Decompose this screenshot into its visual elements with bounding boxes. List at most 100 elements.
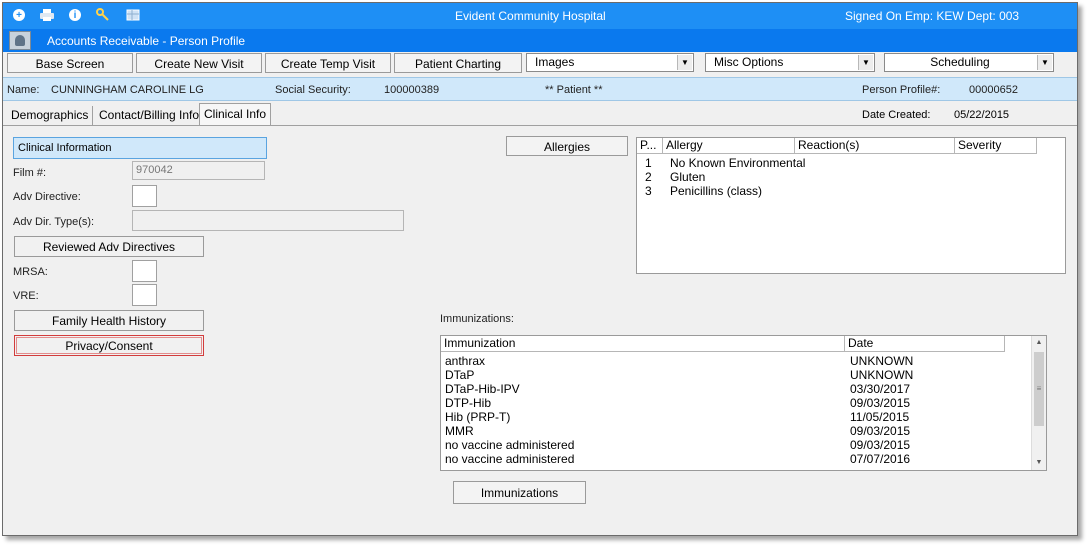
immunizations-col-immunization[interactable]: Immunization (441, 336, 845, 352)
date-created-value: 05/22/2015 (954, 109, 1010, 121)
toolbar: Base Screen Create New Visit Create Temp… (3, 53, 1077, 77)
immunizations-grid: Immunization Date anthrax UNKNOWN DTaP U… (440, 335, 1047, 471)
immunization-date: 03/30/2017 (850, 382, 911, 396)
misc-options-dropdown-value: Misc Options (714, 55, 784, 69)
person-profile-icon (9, 31, 31, 50)
allergy-priority: 3 (645, 184, 652, 198)
mrsa-field[interactable] (132, 260, 157, 282)
create-temp-visit-button[interactable]: Create Temp Visit (265, 53, 391, 73)
grid-icon[interactable] (125, 8, 141, 22)
module-bar: Accounts Receivable - Person Profile (3, 29, 1077, 52)
immunization-date: 09/03/2015 (850, 438, 911, 452)
immunizations-scrollbar[interactable]: ▲ ≡ ▼ (1031, 336, 1046, 470)
images-dropdown-value: Images (535, 55, 575, 69)
immunization-date: UNKNOWN (850, 368, 914, 382)
chevron-down-icon[interactable]: ▼ (858, 55, 873, 70)
main-window: + i Evident Community Hospital Signed On… (2, 2, 1078, 536)
immunization-row[interactable]: DTP-Hib 09/03/2015 (441, 396, 1046, 410)
immunization-row[interactable]: Hib (PRP-T) 11/05/2015 (441, 410, 1046, 424)
base-screen-button[interactable]: Base Screen (7, 53, 133, 73)
immunization-name: no vaccine administered (445, 438, 575, 452)
plus-circle-icon[interactable]: + (13, 9, 25, 21)
allergy-name: Gluten (670, 170, 706, 184)
family-health-history-button[interactable]: Family Health History (14, 310, 204, 331)
vre-field[interactable] (132, 284, 157, 306)
allergy-name: Penicillins (class) (670, 184, 763, 198)
scroll-down-icon[interactable]: ▼ (1032, 456, 1046, 470)
tab-contact-billing-info[interactable]: Contact/Billing Info (95, 106, 205, 125)
allergies-grid: P... Allergy Reaction(s) Severity 1 No K… (636, 137, 1066, 274)
info-icon[interactable]: i (69, 9, 81, 21)
vre-label: VRE: (13, 290, 39, 302)
privacy-consent-button[interactable]: Privacy/Consent (14, 335, 204, 356)
immunization-date: 09/03/2015 (850, 424, 911, 438)
window-title: Evident Community Hospital (455, 9, 606, 23)
reviewed-adv-directives-button[interactable]: Reviewed Adv Directives (14, 236, 204, 257)
immunization-date: 11/05/2015 (850, 410, 910, 424)
allergy-name: No Known Environmental (670, 156, 806, 170)
immunization-name: DTaP (445, 368, 475, 382)
scroll-thumb[interactable]: ≡ (1034, 352, 1044, 426)
immunization-name: DTaP-Hib-IPV (445, 382, 520, 396)
allergies-button[interactable]: Allergies (506, 136, 628, 156)
allergy-row[interactable]: 2 Gluten (637, 170, 1065, 184)
immunizations-button[interactable]: Immunizations (453, 481, 586, 504)
patient-charting-button[interactable]: Patient Charting (394, 53, 522, 73)
patient-flag: ** Patient ** (545, 84, 603, 96)
immunization-name: no vaccine administered (445, 452, 575, 466)
clinical-information-header: Clinical Information (13, 137, 267, 159)
patient-info-bar: Name: CUNNINGHAM CAROLINE LG Social Secu… (3, 77, 1077, 101)
immunization-date: 07/07/2016 (850, 452, 911, 466)
film-number-field: 970042 (132, 161, 265, 180)
scheduling-dropdown[interactable]: Scheduling ▼ (884, 53, 1054, 72)
scheduling-dropdown-value: Scheduling (930, 55, 990, 69)
key-icon[interactable] (95, 8, 111, 22)
chevron-down-icon[interactable]: ▼ (1037, 55, 1052, 70)
immunization-row[interactable]: anthrax UNKNOWN (441, 354, 1046, 368)
signed-on-info: Signed On Emp: KEW Dept: 003 (845, 9, 1020, 23)
scroll-up-icon[interactable]: ▲ (1032, 336, 1046, 350)
title-bar: + i Evident Community Hospital Signed On… (3, 3, 1077, 29)
tab-demographics[interactable]: Demographics (7, 106, 94, 125)
allergies-col-reactions[interactable]: Reaction(s) (795, 138, 955, 154)
immunization-name: MMR (445, 424, 474, 438)
immunization-name: DTP-Hib (445, 396, 492, 410)
create-new-visit-button[interactable]: Create New Visit (136, 53, 262, 73)
allergy-row[interactable]: 1 No Known Environmental (637, 156, 1065, 170)
adv-dir-types-label: Adv Dir. Type(s): (13, 216, 95, 228)
name-label: Name: (7, 84, 40, 96)
immunization-row[interactable]: DTaP-Hib-IPV 03/30/2017 (441, 382, 1046, 396)
images-dropdown[interactable]: Images ▼ (526, 53, 694, 72)
immunization-date: UNKNOWN (850, 354, 914, 368)
adv-dir-types-field (132, 210, 404, 231)
misc-options-dropdown[interactable]: Misc Options ▼ (705, 53, 875, 72)
allergy-priority: 1 (645, 156, 652, 170)
mrsa-label: MRSA: (13, 266, 48, 278)
title-bar-icons: + i (13, 8, 141, 22)
allergy-row[interactable]: 3 Penicillins (class) (637, 184, 1065, 198)
immunization-row[interactable]: no vaccine administered 07/07/2016 (441, 452, 1046, 466)
immunizations-col-date[interactable]: Date (845, 336, 1005, 352)
immunization-name: Hib (PRP-T) (445, 410, 511, 424)
adv-directive-field[interactable] (132, 185, 157, 207)
allergies-col-severity[interactable]: Severity (955, 138, 1037, 154)
chevron-down-icon[interactable]: ▼ (677, 55, 692, 70)
tab-clinical-info[interactable]: Clinical Info (199, 103, 272, 125)
date-created-label: Date Created: (862, 109, 931, 121)
patient-name: CUNNINGHAM CAROLINE LG (51, 84, 204, 96)
printer-icon[interactable] (39, 8, 55, 22)
allergy-priority: 2 (645, 170, 652, 184)
immunization-row[interactable]: MMR 09/03/2015 (441, 424, 1046, 438)
immunization-row[interactable]: no vaccine administered 09/03/2015 (441, 438, 1046, 452)
person-profile-label: Person Profile#: (862, 84, 941, 96)
person-profile-number: 00000652 (969, 84, 1018, 96)
immunization-row[interactable]: DTaP UNKNOWN (441, 368, 1046, 382)
allergies-col-allergy[interactable]: Allergy (663, 138, 795, 154)
panel-divider (3, 125, 1077, 126)
film-number-label: Film #: (13, 167, 46, 179)
ssn-label: Social Security: (275, 84, 351, 96)
module-title: Accounts Receivable - Person Profile (47, 34, 246, 48)
adv-directive-label: Adv Directive: (13, 191, 81, 203)
immunizations-label: Immunizations: (440, 313, 514, 325)
allergies-col-priority[interactable]: P... (637, 138, 663, 154)
